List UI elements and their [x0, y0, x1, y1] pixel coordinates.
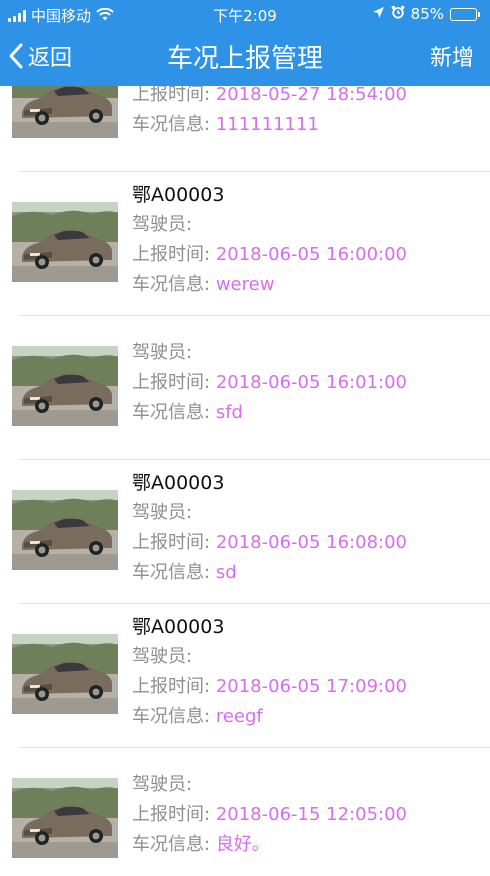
report-row[interactable]: 驾驶员: 上报时间: 2018-06-05 16:01:00 车况信息: sfd: [12, 316, 490, 460]
car-thumbnail: [12, 778, 118, 858]
back-label: 返回: [28, 46, 73, 71]
driver-line: 驾驶员:: [132, 498, 407, 528]
car-info-label: 车况信息:: [132, 834, 211, 855]
report-time-line: 上报时间: 2018-06-05 17:09:00: [132, 672, 407, 702]
battery-icon: [450, 7, 480, 21]
car-info-value: 良好。: [215, 834, 270, 855]
report-row[interactable]: 驾驶员: 上报时间: 2018-06-15 12:05:00 车况信息: 良好。: [12, 748, 490, 876]
car-info-label: 车况信息:: [132, 706, 211, 727]
report-time-label: 上报时间:: [132, 532, 211, 553]
driver-label: 驾驶员:: [132, 774, 193, 795]
report-time-value: 2018-06-05 16:08:00: [215, 532, 407, 553]
car-info-label: 车况信息:: [132, 402, 211, 423]
driver-line: 驾驶员:: [132, 210, 407, 240]
driver-line: 驾驶员:: [132, 770, 407, 800]
report-time-line: 上报时间: 2018-06-05 16:00:00: [132, 240, 407, 270]
car-info-label: 车况信息:: [132, 114, 211, 135]
car-thumbnail: [12, 490, 118, 570]
car-info-value: reegf: [215, 706, 263, 727]
driver-label: 驾驶员:: [132, 342, 193, 363]
car-info-line: 车况信息: werew: [132, 270, 407, 300]
car-thumbnail: [12, 346, 118, 426]
car-thumbnail: [12, 202, 118, 282]
report-time-label: 上报时间:: [132, 86, 211, 105]
report-time-label: 上报时间:: [132, 244, 211, 265]
report-time-value: 2018-06-05 16:00:00: [215, 244, 407, 265]
car-thumbnail: [12, 634, 118, 714]
page-title: 车况上报管理: [166, 44, 323, 74]
car-info-value: sfd: [215, 402, 243, 423]
car-info-value: werew: [215, 274, 275, 295]
report-time-label: 上报时间:: [132, 676, 211, 697]
report-row[interactable]: 鄂A00003 驾驶员: 上报时间: 2018-06-05 16:08:00 车…: [12, 460, 490, 604]
car-info-line: 车况信息: 111111111: [132, 110, 407, 140]
car-info-value: 111111111: [215, 114, 319, 135]
report-row[interactable]: 鄂A00003 驾驶员: 上报时间: 2018-06-05 17:09:00 车…: [12, 604, 490, 748]
report-row[interactable]: 鄂A00003 驾驶员: 上报时间: 2018-06-05 16:00:00 车…: [12, 172, 490, 316]
chevron-left-icon: [9, 43, 23, 69]
add-button[interactable]: 新增: [430, 40, 474, 72]
car-info-line: 车况信息: sd: [132, 558, 407, 588]
report-time-line: 上报时间: 2018-05-27 18:54:00: [132, 86, 407, 110]
report-time-line: 上报时间: 2018-06-05 16:01:00: [132, 368, 407, 398]
driver-line: 驾驶员:: [132, 338, 407, 368]
car-info-value: sd: [215, 562, 237, 583]
report-time-value: 2018-06-15 12:05:00: [215, 804, 407, 825]
plate-number: 鄂A00003: [132, 184, 225, 206]
car-info-label: 车况信息:: [132, 274, 211, 295]
back-button[interactable]: 返回: [8, 40, 72, 72]
driver-label: 驾驶员:: [132, 646, 193, 667]
car-info-line: 车况信息: reegf: [132, 702, 407, 732]
car-thumbnail: [12, 86, 118, 138]
plate-number: 鄂A00003: [132, 472, 225, 494]
battery-percent: 85%: [410, 5, 444, 23]
nav-bar: 返回 车况上报管理 新增: [0, 28, 490, 86]
report-time-value: 2018-06-05 16:01:00: [215, 372, 407, 393]
report-time-line: 上报时间: 2018-06-05 16:08:00: [132, 528, 407, 558]
car-info-line: 车况信息: sfd: [132, 398, 407, 428]
plate-number: 鄂A00003: [132, 616, 225, 638]
location-icon: [372, 5, 385, 23]
report-time-value: 2018-06-05 17:09:00: [215, 676, 407, 697]
driver-label: 驾驶员:: [132, 214, 193, 235]
driver-line: 驾驶员:: [132, 642, 407, 672]
driver-label: 驾驶员:: [132, 502, 193, 523]
report-time-label: 上报时间:: [132, 804, 211, 825]
car-info-label: 车况信息:: [132, 562, 211, 583]
report-time-line: 上报时间: 2018-06-15 12:05:00: [132, 800, 407, 830]
car-info-line: 车况信息: 良好。: [132, 830, 407, 860]
app-header: 中国移动 下午2:09 85% 返回 车况上报管理 新增: [0, 0, 490, 86]
report-time-value: 2018-05-27 18:54:00: [215, 86, 407, 105]
report-time-label: 上报时间:: [132, 372, 211, 393]
status-bar: 中国移动 下午2:09 85%: [0, 0, 490, 28]
report-list[interactable]: 驾驶员: 上报时间: 2018-05-27 18:54:00 车况信息: 111…: [0, 86, 490, 876]
report-row[interactable]: 驾驶员: 上报时间: 2018-05-27 18:54:00 车况信息: 111…: [12, 86, 490, 172]
alarm-icon: [391, 5, 405, 23]
